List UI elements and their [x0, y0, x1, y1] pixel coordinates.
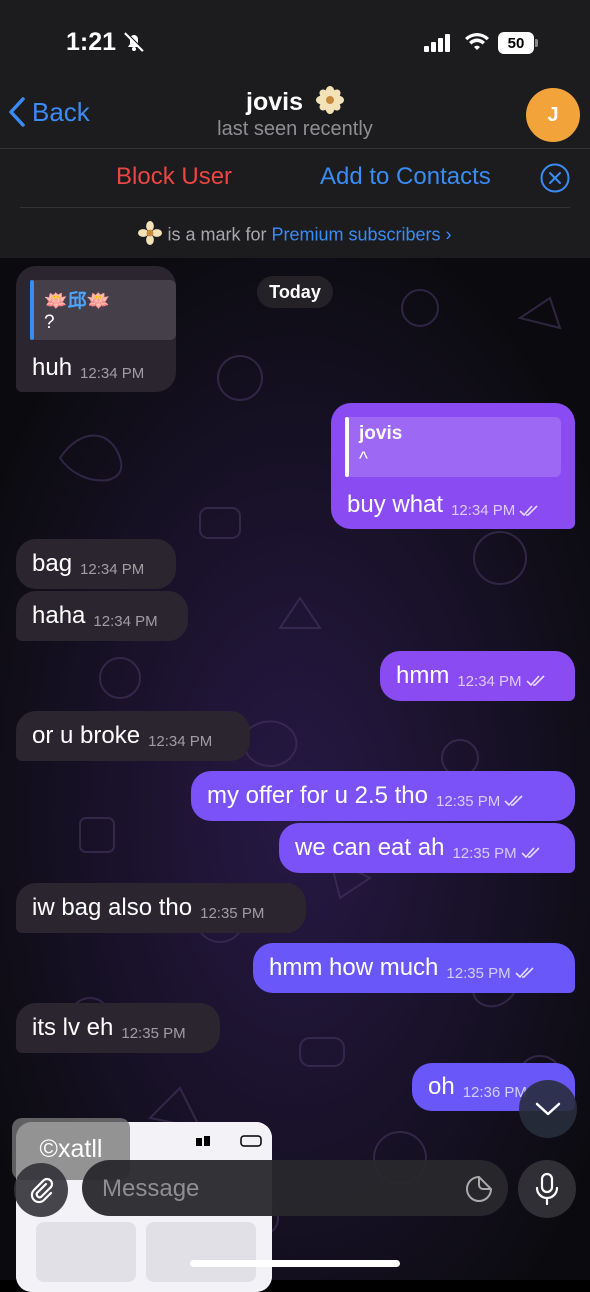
reply-author: jovis [359, 423, 403, 444]
reply-quote[interactable]: 🪷邱🪷 ? [30, 280, 176, 340]
message-time: 12:35 PM [121, 1024, 186, 1042]
message-outgoing[interactable]: hmm how much 12:35 PM [253, 943, 575, 993]
message-incoming[interactable]: its lv eh 12:35 PM [16, 1003, 220, 1053]
cellular-signal-icon [424, 34, 452, 57]
double-check-icon [521, 847, 540, 859]
add-to-contacts-button[interactable]: Add to Contacts [320, 163, 491, 191]
premium-notice: is a mark for Premium subscribers › [0, 221, 590, 250]
message-time: 12:35 PM [452, 845, 540, 862]
message-time: 12:34 PM [451, 502, 539, 519]
premium-notice-text: is a mark for [167, 224, 267, 245]
silent-bell-icon [122, 30, 146, 59]
block-user-button[interactable]: Block User [116, 163, 232, 191]
close-banner-button[interactable] [539, 162, 571, 199]
message-incoming[interactable]: or u broke 12:34 PM [16, 711, 250, 761]
message-incoming[interactable]: bag 12:34 PM [16, 539, 176, 589]
close-circle-icon [540, 163, 570, 193]
message-text: my offer for u 2.5 tho [207, 782, 429, 809]
date-separator: Today [257, 276, 333, 308]
message-time: 12:34 PM [93, 612, 158, 630]
message-incoming[interactable]: 🪷邱🪷 ? huh 12:34 PM [16, 266, 176, 392]
message-text: buy what [347, 491, 444, 518]
message-field[interactable] [82, 1160, 508, 1216]
message-incoming[interactable]: iw bag also tho 12:35 PM [16, 883, 306, 933]
contact-name[interactable]: jovis [0, 86, 590, 121]
message-incoming[interactable]: haha 12:34 PM [16, 591, 188, 641]
message-time: 12:34 PM [148, 732, 213, 750]
premium-flower-icon [315, 86, 344, 121]
message-input[interactable] [100, 1168, 444, 1210]
voice-record-button[interactable] [518, 1160, 576, 1218]
battery-icon: 50 [498, 32, 538, 54]
premium-subscribers-link[interactable]: Premium subscribers › [272, 224, 452, 244]
reply-author: 🪷邱🪷 [44, 291, 111, 312]
message-time: 12:34 PM [457, 673, 545, 690]
double-check-icon [525, 675, 545, 687]
message-text: we can eat ah [295, 834, 445, 861]
reply-quote[interactable]: jovis ^ [345, 417, 561, 477]
message-time: 12:34 PM [80, 365, 145, 382]
double-check-icon [515, 967, 534, 979]
message-text: huh [32, 354, 73, 381]
status-bar: 1:21 50 [0, 0, 590, 88]
microphone-icon [535, 1172, 559, 1206]
attach-button[interactable] [14, 1163, 68, 1217]
chat-header: 1:21 50 Back jovis last seen recently J … [0, 0, 590, 258]
message-outgoing[interactable]: jovis ^ buy what 12:34 PM [331, 403, 575, 529]
divider [20, 207, 570, 208]
message-outgoing[interactable]: my offer for u 2.5 tho 12:35 PM [191, 771, 575, 821]
double-check-icon [519, 504, 538, 516]
divider [0, 148, 590, 149]
message-time: 12:36 PM [462, 1083, 527, 1101]
chevron-down-icon [535, 1102, 561, 1116]
message-text: oh [428, 1073, 455, 1100]
message-time: 12:35 PM [436, 793, 524, 810]
message-time: 12:35 PM [446, 965, 534, 982]
home-indicator [190, 1260, 400, 1267]
message-time: 12:34 PM [80, 560, 145, 578]
message-text: hmm [396, 662, 450, 689]
message-text: bag [32, 550, 73, 577]
sticker-button[interactable] [464, 1174, 494, 1209]
reply-text: ? [44, 312, 55, 333]
sticker-icon [466, 1175, 493, 1202]
scroll-to-bottom-button[interactable] [519, 1080, 577, 1138]
reply-text: ^ [359, 449, 368, 470]
premium-link-label: Premium subscribers [271, 224, 441, 245]
status-time: 1:21 [66, 28, 117, 56]
paperclip-icon [30, 1177, 54, 1204]
message-text: iw bag also tho [32, 894, 193, 921]
contact-name-text: jovis [246, 88, 304, 117]
last-seen-status: last seen recently [217, 118, 373, 140]
message-text: its lv eh [32, 1014, 114, 1041]
wifi-icon [464, 32, 490, 57]
message-time: 12:35 PM [200, 904, 265, 922]
avatar[interactable]: J [526, 88, 580, 142]
message-outgoing[interactable]: we can eat ah 12:35 PM [279, 823, 575, 873]
message-text: haha [32, 602, 86, 629]
message-outgoing[interactable]: hmm 12:34 PM [380, 651, 575, 701]
message-text: or u broke [32, 722, 141, 749]
premium-flower-icon [138, 221, 163, 250]
message-text: hmm how much [269, 954, 439, 981]
double-check-icon [504, 795, 523, 807]
battery-level: 50 [498, 32, 534, 54]
